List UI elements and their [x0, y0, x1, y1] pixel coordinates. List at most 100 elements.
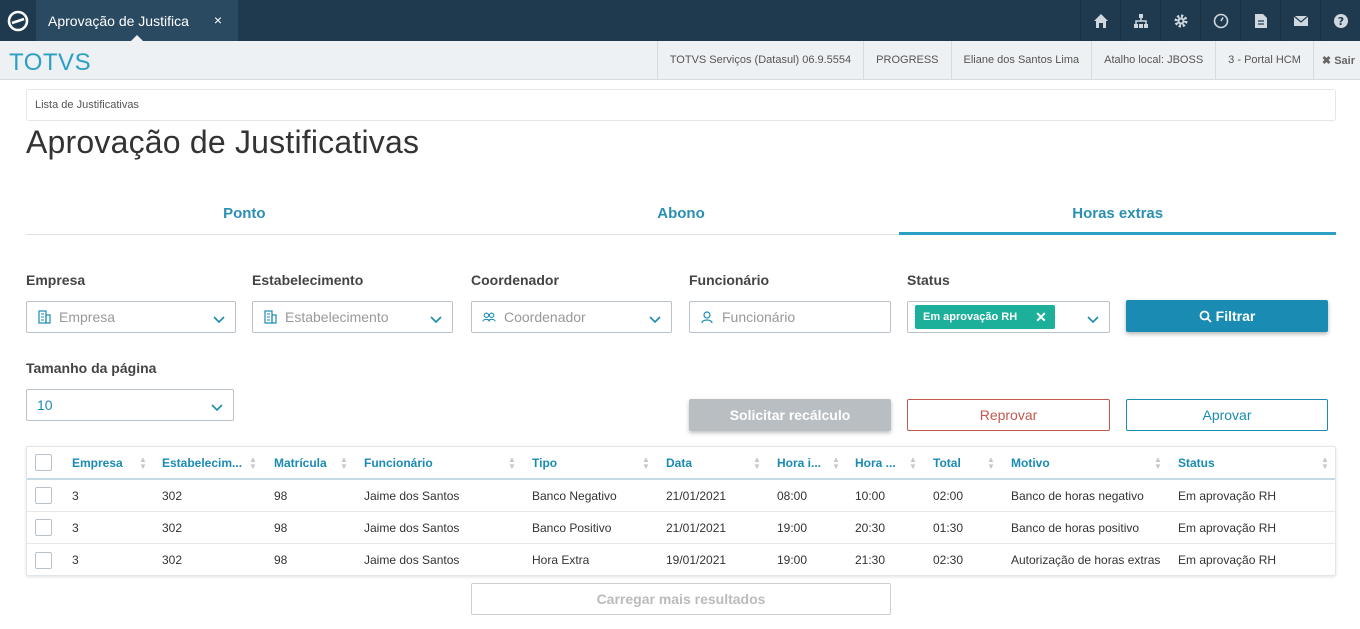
- cell-total: 02:00: [933, 488, 964, 503]
- sort-icon[interactable]: ▲ ▼: [139, 456, 147, 471]
- cell-status: Em aprovação RH: [1178, 553, 1277, 567]
- select-all-cell: [35, 447, 52, 478]
- chevron-down-icon[interactable]: [1087, 311, 1099, 327]
- sort-icon[interactable]: ▲ ▼: [832, 456, 840, 471]
- header-total[interactable]: Total: [933, 447, 961, 478]
- cell-data: 21/01/2021: [666, 520, 727, 535]
- header-status[interactable]: Status: [1178, 447, 1215, 478]
- reject-button[interactable]: Reprovar: [907, 399, 1110, 431]
- header-data[interactable]: Data: [666, 447, 692, 478]
- recalc-button[interactable]: Solicitar recálculo: [689, 399, 891, 431]
- info-portal[interactable]: 3 - Portal HCM: [1215, 41, 1313, 79]
- sort-icon[interactable]: ▲ ▼: [249, 456, 257, 471]
- sort-icon[interactable]: ▲ ▼: [508, 456, 516, 471]
- sitemap-icon[interactable]: [1120, 0, 1160, 41]
- empresa-label: Empresa: [26, 272, 86, 288]
- cell-tipo: Banco Positivo: [532, 520, 612, 535]
- sort-icon[interactable]: ▲ ▼: [642, 456, 650, 471]
- document-icon[interactable]: [1240, 0, 1280, 41]
- justifications-table: Empresa ▲ ▼ Estabelecim... ▲ ▼ Matrícula ▲…: [26, 446, 1336, 576]
- estabelecimento-label: Estabelecimento: [252, 272, 364, 288]
- page-size-label: Tamanho da página: [26, 360, 157, 376]
- table-row[interactable]: 3 302 98 Jaime dos Santos Banco Positivo…: [27, 512, 1335, 544]
- sort-icon[interactable]: ▲ ▼: [1154, 456, 1162, 471]
- tab-ponto[interactable]: Ponto: [26, 193, 463, 234]
- select-all-checkbox[interactable]: [35, 454, 52, 471]
- cell-empresa: 3: [72, 520, 79, 535]
- search-icon: [1199, 310, 1212, 323]
- chevron-down-icon[interactable]: [430, 311, 442, 327]
- cell-motivo: Banco de horas positivo: [1011, 520, 1140, 535]
- row-checkbox[interactable]: [35, 519, 52, 536]
- sort-icon[interactable]: ▲ ▼: [1321, 456, 1329, 471]
- svg-text:?: ?: [1337, 15, 1343, 28]
- load-more-button[interactable]: Carregar mais resultados: [471, 583, 891, 615]
- header-motivo[interactable]: Motivo: [1011, 447, 1050, 478]
- home-icon[interactable]: [1080, 0, 1120, 41]
- cell-matricula: 98: [274, 553, 288, 567]
- cell-funcionario: Jaime dos Santos: [364, 553, 460, 567]
- cell-hora-fim: 21:30: [855, 553, 886, 567]
- user-icon: [700, 310, 714, 324]
- logout-button[interactable]: ✖ Sair: [1312, 41, 1360, 79]
- sort-icon[interactable]: ▲ ▼: [340, 456, 348, 471]
- cell-hora-inicio: 08:00: [777, 488, 808, 503]
- mail-icon[interactable]: [1280, 0, 1320, 41]
- clock-icon[interactable]: [1200, 0, 1240, 41]
- info-database: PROGRESS: [863, 41, 950, 79]
- filter-button-label: Filtrar: [1215, 308, 1256, 324]
- funcionario-input[interactable]: Funcionário: [689, 301, 891, 333]
- cell-estabelecimento: 302: [162, 488, 183, 503]
- sort-icon[interactable]: ▲ ▼: [753, 456, 761, 471]
- approve-button[interactable]: Aprovar: [1126, 399, 1328, 431]
- coordenador-select[interactable]: Coordenador: [471, 301, 672, 333]
- status-select[interactable]: Em aprovação RH ✕: [907, 301, 1110, 333]
- table-row[interactable]: 3 302 98 Jaime dos Santos Hora Extra 19/…: [27, 544, 1335, 576]
- chevron-down-icon[interactable]: [213, 311, 225, 327]
- close-icon[interactable]: ✕: [1035, 309, 1047, 326]
- info-product: TOTVS Serviços (Datasul) 06.9.5554: [656, 41, 863, 79]
- row-checkbox[interactable]: [35, 487, 52, 504]
- table-row[interactable]: 3 302 98 Jaime dos Santos Banco Negativo…: [27, 480, 1335, 512]
- header-tipo[interactable]: Tipo: [532, 447, 557, 478]
- page-size-value: 10: [37, 397, 53, 413]
- table-header: Empresa ▲ ▼ Estabelecim... ▲ ▼ Matrícula ▲…: [27, 447, 1335, 480]
- cell-total: 01:30: [933, 520, 964, 535]
- chevron-down-icon[interactable]: [649, 311, 661, 327]
- tab-horas-extras[interactable]: Horas extras: [899, 193, 1336, 235]
- info-user[interactable]: Eliane dos Santos Lima: [950, 41, 1092, 79]
- page-title: Aprovação de Justificativas: [26, 124, 420, 160]
- filter-button[interactable]: Filtrar: [1126, 300, 1328, 332]
- status-chip: Em aprovação RH ✕: [915, 305, 1055, 329]
- cell-status: Em aprovação RH: [1178, 488, 1277, 503]
- header-funcionario[interactable]: Funcionário: [364, 447, 433, 478]
- cell-total: 02:30: [933, 553, 964, 567]
- breadcrumb-item[interactable]: Lista de Justificativas: [35, 99, 139, 111]
- help-icon[interactable]: ?: [1320, 0, 1360, 41]
- close-tab-icon[interactable]: ×: [214, 12, 222, 28]
- header-empresa[interactable]: Empresa: [72, 447, 123, 478]
- sort-icon[interactable]: ▲ ▼: [909, 456, 917, 471]
- empresa-select[interactable]: Empresa: [26, 301, 236, 333]
- cell-funcionario: Jaime dos Santos: [364, 520, 460, 535]
- chevron-down-icon[interactable]: [211, 399, 223, 415]
- tab-abono[interactable]: Abono: [463, 193, 900, 234]
- cell-hora-fim: 20:30: [855, 520, 886, 535]
- totvs-logo-icon[interactable]: [0, 0, 36, 41]
- header-matricula[interactable]: Matrícula: [274, 447, 327, 478]
- header-hora-inicio[interactable]: Hora i...: [777, 447, 821, 478]
- sort-icon[interactable]: ▲ ▼: [987, 456, 995, 471]
- estabelecimento-select[interactable]: Estabelecimento: [252, 301, 453, 333]
- row-select-cell: [35, 480, 52, 511]
- header-hora-fim[interactable]: Hora ...: [855, 447, 896, 478]
- cell-estabelecimento: 302: [162, 553, 183, 567]
- page-size-select[interactable]: 10: [26, 389, 234, 421]
- cell-motivo: Autorização de horas extras: [1011, 553, 1161, 567]
- row-checkbox[interactable]: [35, 551, 52, 569]
- header-estabelecimento[interactable]: Estabelecim...: [162, 447, 242, 478]
- gear-icon[interactable]: [1160, 0, 1200, 41]
- funcionario-placeholder: Funcionário: [722, 309, 796, 325]
- building-icon: [263, 310, 277, 324]
- info-bar: TOTVS TOTVS Serviços (Datasul) 06.9.5554…: [0, 41, 1360, 80]
- open-tab-label: Aprovação de Justifica: [48, 12, 189, 29]
